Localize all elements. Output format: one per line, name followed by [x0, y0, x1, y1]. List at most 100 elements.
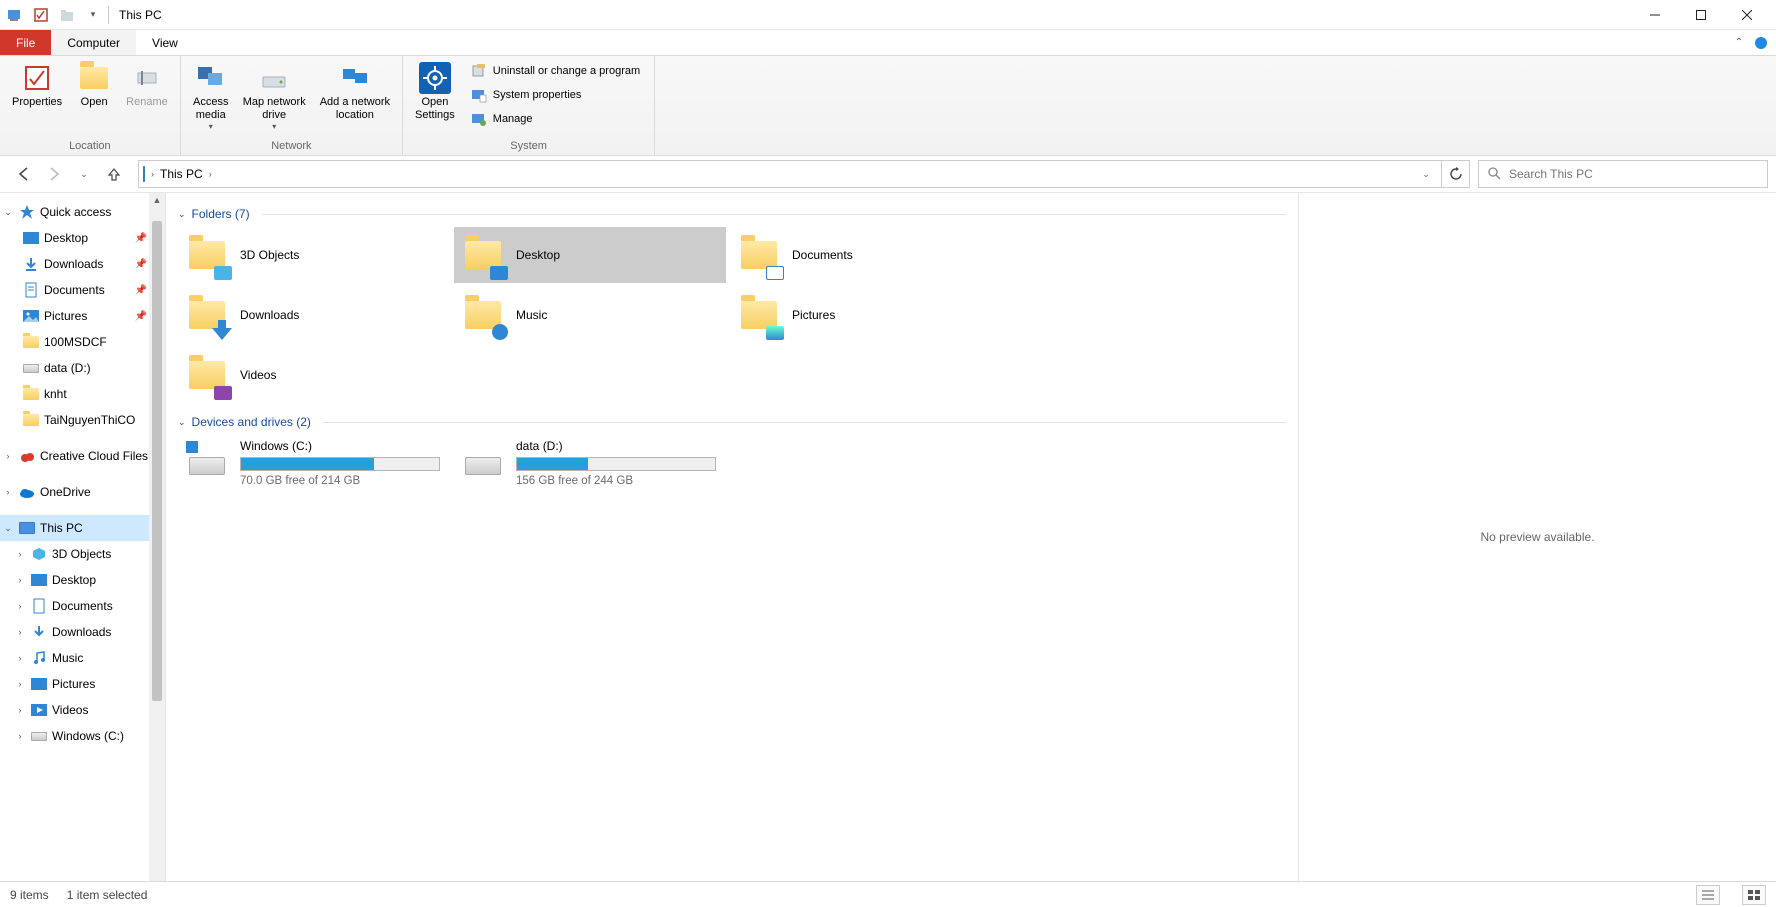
chevron-down-icon[interactable]: ⌄	[2, 207, 14, 218]
qat-newfolder-icon[interactable]	[58, 6, 76, 24]
recent-locations-button[interactable]: ⌄	[74, 164, 94, 184]
tree-item-icon	[22, 385, 40, 403]
group-label-system: System	[409, 138, 648, 155]
refresh-button[interactable]	[1442, 160, 1470, 188]
system-properties-icon	[471, 87, 487, 103]
tree-item[interactable]: › Windows (C:)	[0, 723, 165, 749]
status-item-count: 9 items	[10, 888, 49, 902]
address-bar[interactable]: › This PC › ⌄	[138, 160, 1442, 188]
folder-item[interactable]: 3D Objects	[178, 227, 450, 283]
navpane-scrollbar[interactable]: ▲	[149, 193, 165, 881]
add-network-location-button[interactable]: Add a network location	[314, 60, 396, 124]
tree-item-icon	[22, 229, 40, 247]
chevron-right-icon[interactable]: ›	[14, 575, 26, 585]
map-network-drive-button[interactable]: Map network drive ▾	[237, 60, 312, 133]
tree-item[interactable]: Documents 📌	[0, 277, 165, 303]
chevron-right-icon[interactable]: ›	[2, 487, 14, 497]
up-button[interactable]	[104, 164, 124, 184]
folder-item[interactable]: Videos	[178, 347, 450, 403]
open-button[interactable]: Open	[70, 60, 118, 111]
tree-item[interactable]: › 3D Objects	[0, 541, 165, 567]
chevron-down-icon: ⌄	[178, 209, 186, 220]
items-area[interactable]: ⌄ Folders (7) 3D Objects Desktop Documen…	[166, 193, 1298, 881]
tree-this-pc[interactable]: ⌄ This PC	[0, 515, 165, 541]
manage-button[interactable]: Manage	[467, 108, 644, 130]
close-button[interactable]	[1724, 0, 1770, 30]
tab-view[interactable]: View	[136, 30, 194, 55]
breadcrumb-location[interactable]: This PC	[160, 167, 203, 181]
chevron-right-icon[interactable]: ›	[14, 731, 26, 741]
chevron-right-icon[interactable]: ›	[14, 627, 26, 637]
minimize-ribbon-button[interactable]: ⌃	[1728, 30, 1750, 55]
chevron-right-icon[interactable]: ›	[14, 653, 26, 663]
help-button[interactable]	[1750, 30, 1772, 55]
tree-item[interactable]: › Documents	[0, 593, 165, 619]
qat-properties-icon[interactable]	[32, 6, 50, 24]
tree-item[interactable]: 100MSDCF	[0, 329, 165, 355]
chevron-right-icon[interactable]: ›	[14, 601, 26, 611]
tree-onedrive[interactable]: › OneDrive	[0, 479, 165, 505]
system-properties-button[interactable]: System properties	[467, 84, 644, 106]
address-history-dropdown[interactable]: ⌄	[1415, 169, 1437, 180]
tree-item[interactable]: › Videos	[0, 697, 165, 723]
tree-item-icon	[22, 411, 40, 429]
folder-icon	[738, 234, 780, 276]
tree-quick-access[interactable]: ⌄ Quick access	[0, 199, 165, 225]
folder-item[interactable]: Desktop	[454, 227, 726, 283]
qat-dropdown-icon[interactable]: ▾	[84, 6, 102, 24]
chevron-right-icon[interactable]: ›	[2, 451, 14, 461]
scrollbar-thumb[interactable]	[152, 221, 162, 701]
folder-label: Music	[516, 308, 547, 322]
tab-file[interactable]: File	[0, 30, 51, 55]
tree-item[interactable]: › Pictures	[0, 671, 165, 697]
folder-icon	[462, 234, 504, 276]
tree-item[interactable]: knht	[0, 381, 165, 407]
pin-icon: 📌	[135, 285, 147, 296]
breadcrumb-chevron-icon[interactable]: ›	[209, 169, 212, 179]
back-button[interactable]	[14, 164, 34, 184]
open-settings-button[interactable]: Open Settings	[409, 60, 461, 124]
scroll-up-arrow-icon[interactable]: ▲	[153, 193, 162, 207]
properties-button[interactable]: Properties	[6, 60, 68, 111]
search-input[interactable]	[1509, 167, 1759, 181]
minimize-button[interactable]	[1632, 0, 1678, 30]
chevron-right-icon[interactable]: ›	[14, 549, 26, 559]
tree-item[interactable]: Pictures 📌	[0, 303, 165, 329]
maximize-button[interactable]	[1678, 0, 1724, 30]
rename-button[interactable]: Rename	[120, 60, 174, 111]
view-details-button[interactable]	[1696, 885, 1720, 905]
folder-item[interactable]: Downloads	[178, 287, 450, 343]
add-network-location-icon	[339, 62, 371, 94]
tree-creative-cloud[interactable]: › Creative Cloud Files	[0, 443, 165, 469]
group-header-drives[interactable]: ⌄ Devices and drives (2)	[178, 415, 1286, 429]
access-media-button[interactable]: Access media ▾	[187, 60, 235, 133]
folder-item[interactable]: Pictures	[730, 287, 1002, 343]
search-box[interactable]	[1478, 160, 1768, 188]
forward-button[interactable]	[44, 164, 64, 184]
tree-item[interactable]: › Downloads	[0, 619, 165, 645]
folder-item[interactable]: Documents	[730, 227, 1002, 283]
tree-item[interactable]: Desktop 📌	[0, 225, 165, 251]
group-header-folders[interactable]: ⌄ Folders (7)	[178, 207, 1286, 221]
folder-item[interactable]: Music	[454, 287, 726, 343]
tree-item[interactable]: › Music	[0, 645, 165, 671]
tree-item[interactable]: data (D:)	[0, 355, 165, 381]
drive-free-text: 156 GB free of 244 GB	[516, 475, 718, 487]
drive-item[interactable]: Windows (C:) 70.0 GB free of 214 GB	[178, 435, 450, 491]
chevron-down-icon[interactable]: ⌄	[2, 523, 14, 534]
folder-label: 3D Objects	[240, 248, 299, 262]
tree-item[interactable]: Downloads 📌	[0, 251, 165, 277]
chevron-right-icon[interactable]: ›	[14, 679, 26, 689]
tree-item-label: Documents	[44, 283, 105, 297]
uninstall-program-button[interactable]: Uninstall or change a program	[467, 60, 644, 82]
tree-item[interactable]: TaiNguyenThiCO	[0, 407, 165, 433]
drive-item[interactable]: data (D:) 156 GB free of 244 GB	[454, 435, 726, 491]
tab-computer[interactable]: Computer	[51, 30, 136, 55]
breadcrumb-chevron-icon[interactable]: ›	[151, 169, 154, 179]
tree-item-label: knht	[44, 387, 67, 401]
view-large-icons-button[interactable]	[1742, 885, 1766, 905]
open-label: Open	[81, 96, 108, 109]
chevron-right-icon[interactable]: ›	[14, 705, 26, 715]
navigation-row: ⌄ › This PC › ⌄	[0, 156, 1776, 192]
tree-item[interactable]: › Desktop	[0, 567, 165, 593]
